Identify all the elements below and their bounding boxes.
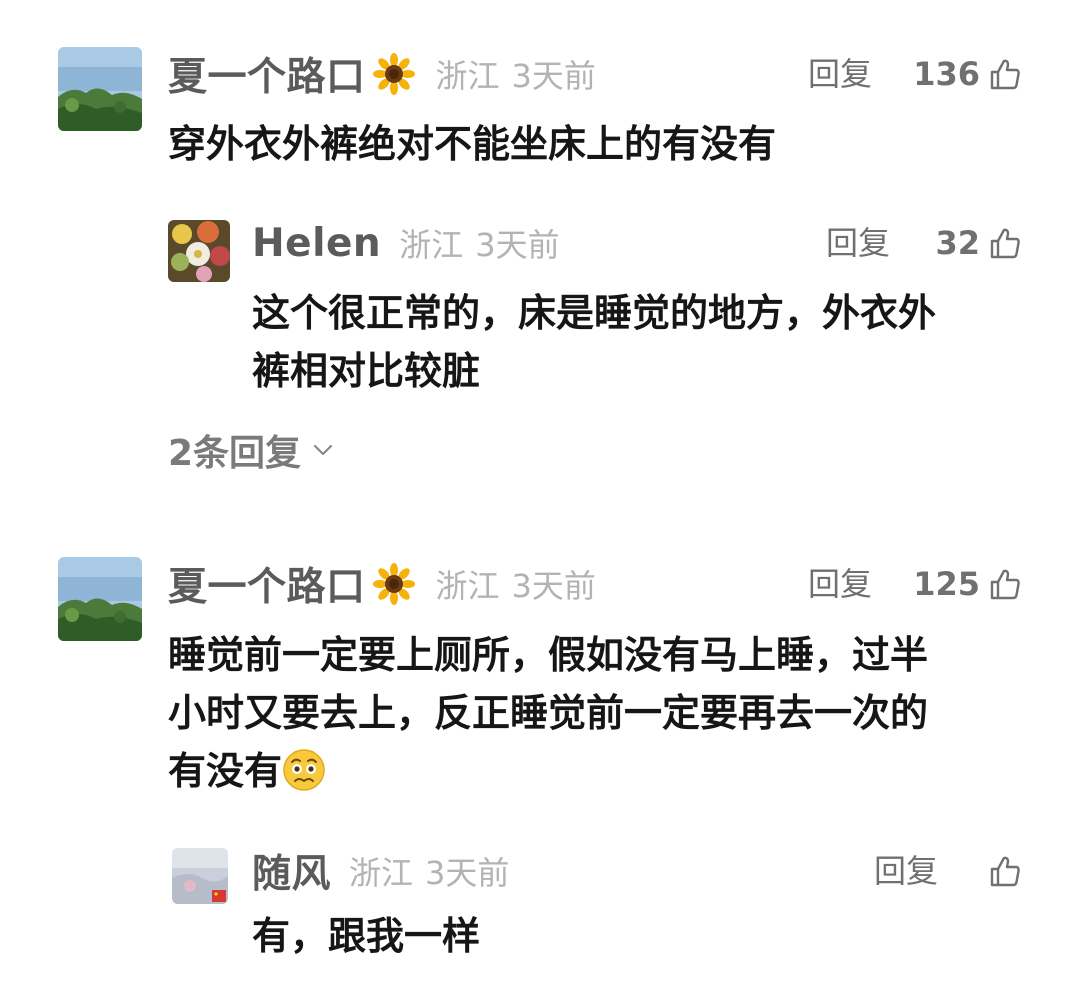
comment-header: 夏一个路口 浙江 3天前: [168, 554, 596, 614]
thumbs-up-icon: [990, 569, 1020, 600]
reply-text: 有，跟我一样: [252, 914, 481, 958]
avatar-seascape-image: [58, 557, 142, 641]
reply-button[interactable]: 回复: [874, 841, 938, 901]
reply-button[interactable]: 回复: [808, 554, 872, 614]
comment-text: 睡觉前一定要上厕所，假如没有马上睡，过半 小时又要去上，反正睡觉前一定要再去一次…: [168, 626, 1048, 800]
avatar[interactable]: [172, 848, 228, 904]
username[interactable]: 随风: [252, 843, 331, 899]
location-label: 浙江: [349, 854, 414, 892]
comment-text-fragment: 有没有: [168, 749, 283, 793]
username[interactable]: 夏一个路口: [168, 556, 366, 612]
comment-item: 夏一个路口 浙江 3天前 回复 125 睡觉前一定要上厕所，假如没有马上睡，过半…: [0, 0, 1080, 996]
reply-header: 随风 浙江 3天前: [252, 841, 509, 901]
comment-text-line: 有没有: [168, 742, 1048, 800]
avatar-pastel-image: [172, 848, 228, 904]
location-label: 浙江: [435, 567, 500, 605]
sunflower-icon: [372, 562, 416, 606]
avatar[interactable]: [58, 557, 142, 641]
timestamp: 3天前: [511, 567, 596, 605]
woozy-face-icon: [282, 748, 326, 792]
timestamp: 3天前: [425, 854, 510, 892]
like-count: 125: [913, 565, 980, 603]
comment-text-line: 小时又要去上，反正睡觉前一定要再去一次的: [168, 691, 929, 735]
thumbs-up-icon: [990, 856, 1020, 887]
like-button[interactable]: [960, 841, 1022, 901]
comment-text-line: 睡觉前一定要上厕所，假如没有马上睡，过半: [168, 633, 929, 677]
like-button[interactable]: 125: [880, 554, 1022, 614]
